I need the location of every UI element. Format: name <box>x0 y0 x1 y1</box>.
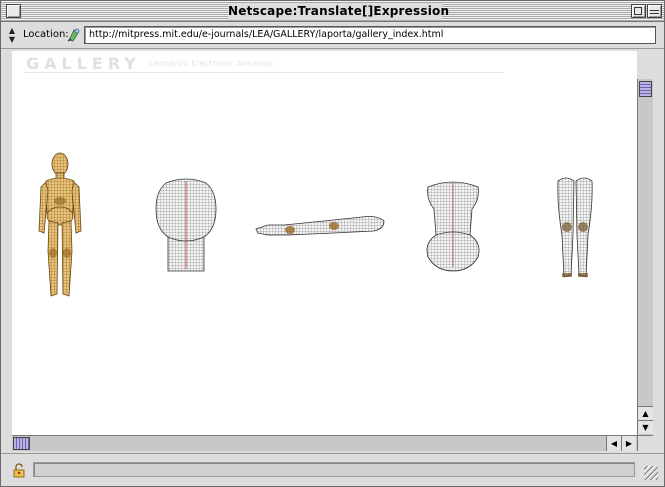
resize-grip-icon[interactable] <box>644 466 658 480</box>
status-bar <box>1 453 664 486</box>
scrollbar-corner <box>637 435 653 451</box>
scroll-right-arrow[interactable]: ▶ <box>621 436 636 451</box>
horizontal-scroll-thumb[interactable] <box>13 437 30 450</box>
location-bar: ▲ ▼ Location: http://mitpress.mit.edu/e-j… <box>1 22 664 49</box>
torso-back-wireframe-image[interactable] <box>154 175 218 273</box>
location-url-field[interactable]: http://mitpress.mit.edu/e-journals/LEA/G… <box>84 26 656 44</box>
horizontal-scrollbar[interactable]: ◀ ▶ <box>12 435 637 451</box>
title-bar[interactable]: Netscape:Translate[]Expression <box>1 1 664 22</box>
site-header: GALLERY Leonardo Electronic Almanac <box>24 53 504 73</box>
page-content: GALLERY Leonardo Electronic Almanac <box>12 51 637 435</box>
close-box[interactable] <box>6 4 21 18</box>
vertical-scrollbar[interactable]: ▲ ▼ <box>637 79 653 435</box>
location-label: Location: <box>23 29 69 40</box>
torso-front-wireframe-image[interactable] <box>422 177 484 273</box>
scroll-down-arrow[interactable]: ▼ <box>638 420 653 434</box>
bookmark-icon[interactable] <box>66 27 82 43</box>
gallery-logo[interactable]: GALLERY <box>26 54 141 73</box>
scroll-up-arrow[interactable]: ▲ <box>638 406 653 420</box>
zoom-box[interactable] <box>631 4 646 18</box>
collapse-box[interactable] <box>647 4 662 18</box>
window-title: Netscape:Translate[]Expression <box>228 4 450 18</box>
full-body-wireframe-image[interactable] <box>36 151 84 299</box>
toolbar-toggle-icon[interactable]: ▲ ▼ <box>8 26 16 44</box>
vertical-scroll-thumb[interactable] <box>639 81 652 97</box>
arm-wireframe-image[interactable] <box>254 213 386 241</box>
legs-wireframe-image[interactable] <box>556 175 594 279</box>
status-text-field <box>33 462 635 477</box>
scroll-left-arrow[interactable]: ◀ <box>606 436 621 451</box>
browser-window: Netscape:Translate[]Expression ▲ ▼ Locati… <box>0 0 665 487</box>
security-lock-icon[interactable] <box>11 463 27 479</box>
site-subtitle: Leonardo Electronic Almanac <box>149 59 274 68</box>
